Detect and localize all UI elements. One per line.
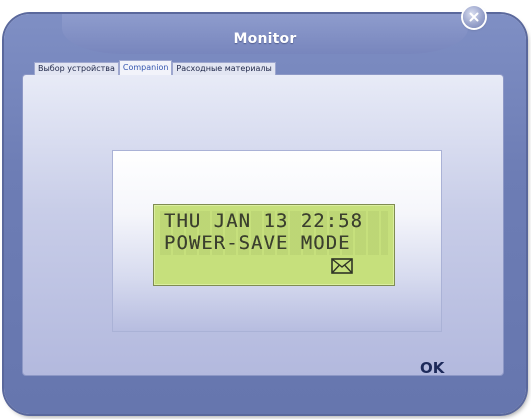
- tab-companion[interactable]: Companion: [118, 60, 173, 75]
- tab-consumables[interactable]: Расходные материалы: [172, 62, 276, 75]
- close-button[interactable]: [463, 6, 485, 28]
- tab-device-selection[interactable]: Выбор устройства: [34, 62, 119, 75]
- close-icon: [469, 12, 479, 22]
- lcd-line-status: POWER-SAVE MODE: [164, 232, 351, 254]
- lcd-display: THU JAN 13 22:58 POWER-SAVE MODE: [153, 204, 395, 286]
- ok-button[interactable]: OK: [420, 357, 460, 379]
- lcd-line-datetime: THU JAN 13 22:58: [164, 210, 364, 232]
- tab-bar: Выбор устройства Companion Расходные мат…: [34, 60, 276, 75]
- window-title: Monitor: [233, 31, 297, 47]
- envelope-icon: [331, 258, 353, 274]
